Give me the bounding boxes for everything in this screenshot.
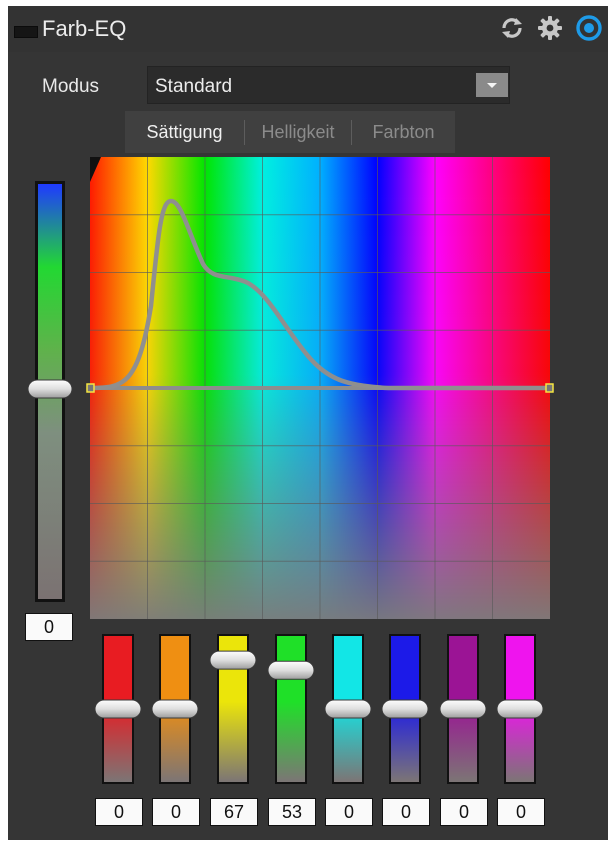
band-slider[interactable] (324, 634, 372, 784)
color-eq-panel: Farb-EQ Modus Standard Sättigung Helligk… (8, 6, 608, 840)
spectrum-graph[interactable] (86, 157, 554, 619)
band-slider[interactable] (151, 634, 199, 784)
band-slider-handle[interactable] (209, 650, 257, 670)
band-value-field[interactable]: 0 (95, 798, 143, 826)
master-slider[interactable] (27, 181, 73, 602)
band-value-field[interactable]: 67 (210, 798, 258, 826)
curve-node-left[interactable] (86, 383, 95, 393)
band-slider[interactable] (267, 634, 315, 784)
band-slider[interactable] (94, 634, 142, 784)
band-value-field[interactable]: 0 (152, 798, 200, 826)
band-slider[interactable] (496, 634, 544, 784)
band-slider-handle[interactable] (267, 660, 315, 680)
band-slider-handle[interactable] (496, 699, 544, 719)
curve-node-right[interactable] (545, 383, 554, 393)
eq-controls (27, 157, 554, 784)
band-sliders (94, 634, 544, 784)
band-slider[interactable] (209, 634, 257, 784)
band-value-field[interactable]: 0 (382, 798, 430, 826)
band-slider-handle[interactable] (94, 699, 142, 719)
band-value-field[interactable]: 0 (440, 798, 488, 826)
master-slider-handle[interactable] (27, 379, 73, 399)
band-slider-handle[interactable] (439, 699, 487, 719)
band-slider-track[interactable] (277, 636, 305, 782)
band-slider-handle[interactable] (151, 699, 199, 719)
band-value-field[interactable]: 0 (497, 798, 545, 826)
band-slider[interactable] (439, 634, 487, 784)
band-value-field[interactable]: 0 (325, 798, 373, 826)
band-slider-handle[interactable] (324, 699, 372, 719)
master-value-field[interactable]: 0 (25, 613, 73, 641)
band-slider[interactable] (381, 634, 429, 784)
band-value-field[interactable]: 53 (268, 798, 316, 826)
band-slider-handle[interactable] (381, 699, 429, 719)
